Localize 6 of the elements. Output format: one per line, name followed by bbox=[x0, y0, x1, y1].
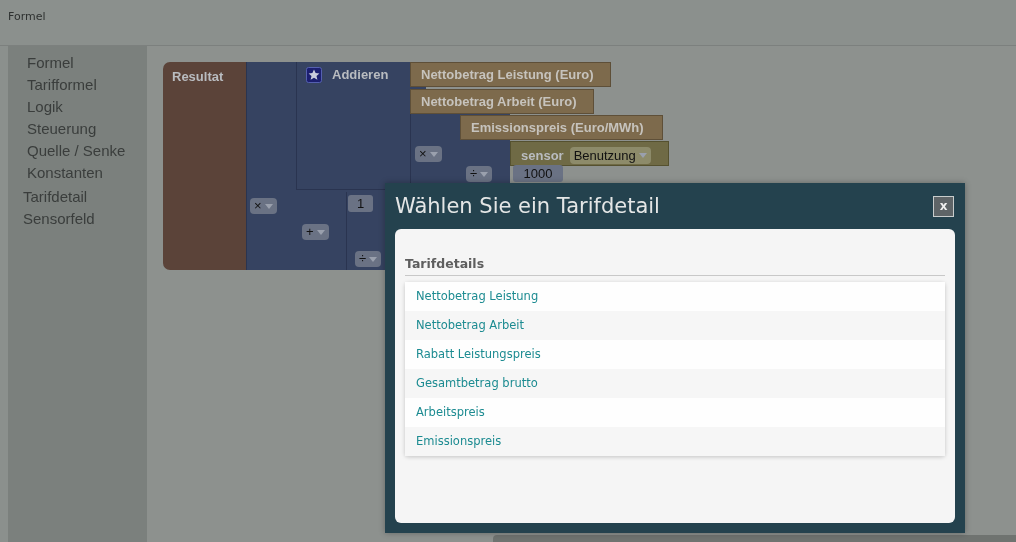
block-label: sensor bbox=[521, 147, 564, 163]
page-title: Formel bbox=[8, 10, 46, 23]
block-label: Addieren bbox=[332, 67, 389, 82]
block-label: Resultat bbox=[172, 69, 224, 84]
section-heading: Tarifdetails bbox=[405, 256, 945, 276]
dialog-title: Wählen Sie ein Tarifdetail bbox=[395, 194, 660, 218]
